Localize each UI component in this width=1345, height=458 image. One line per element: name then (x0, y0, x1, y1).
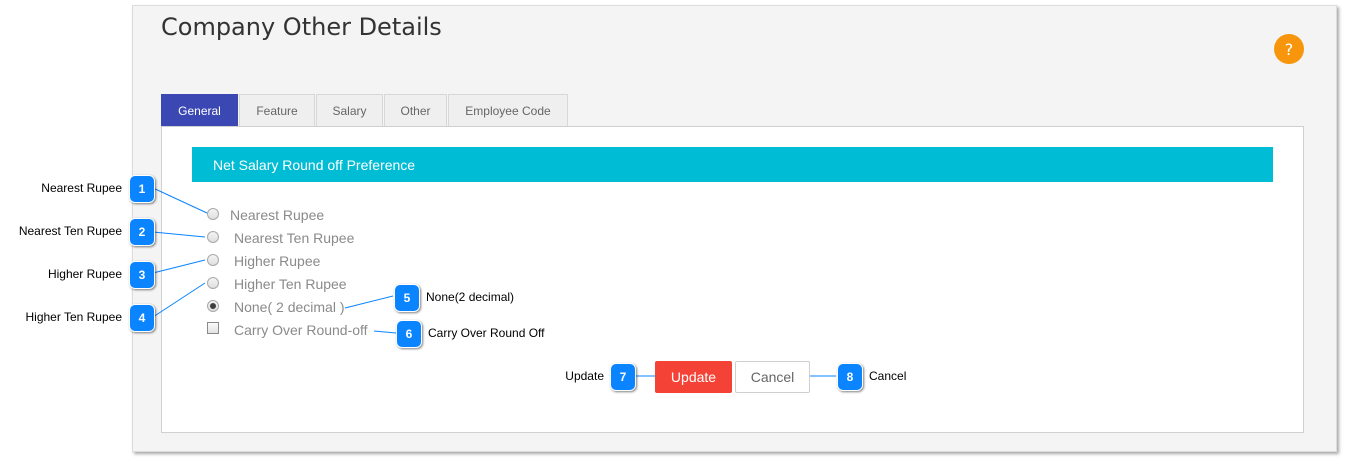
callout-text-5: None(2 decimal) (426, 290, 515, 304)
callout-text-4: Higher Ten Rupee (25, 310, 122, 324)
callout-line-3 (152, 259, 206, 274)
callout-text-8: Cancel (869, 369, 907, 383)
callout-line-6 (373, 330, 397, 334)
callout-line-5 (344, 295, 394, 309)
callout-badge-6: 6 (396, 320, 422, 348)
callout-badge-1: 1 (129, 175, 155, 203)
callout-line-2 (152, 231, 206, 238)
callout-badge-7: 7 (610, 363, 636, 391)
callout-text-6: Carry Over Round Off (428, 326, 545, 340)
callout-badge-4: 4 (129, 304, 155, 332)
callout-line-1 (152, 187, 208, 214)
callout-text-1: Nearest Rupee (41, 181, 122, 195)
callout-badge-5: 5 (394, 284, 420, 312)
callout-badge-8: 8 (837, 363, 863, 391)
callout-badge-2: 2 (129, 218, 155, 246)
callout-text-7: Update (565, 369, 604, 383)
callout-line-4 (152, 282, 206, 318)
callout-text-3: Higher Rupee (47, 267, 122, 281)
callout-text-2: Nearest Ten Rupee (18, 224, 122, 238)
callout-lines (152, 187, 836, 377)
callout-badge-3: 3 (129, 261, 155, 289)
